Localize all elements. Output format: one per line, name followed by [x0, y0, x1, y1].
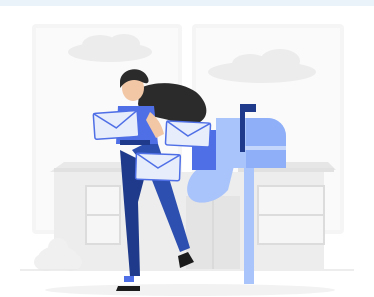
ground [20, 269, 354, 296]
mail-delivery-illustration [20, 24, 354, 296]
